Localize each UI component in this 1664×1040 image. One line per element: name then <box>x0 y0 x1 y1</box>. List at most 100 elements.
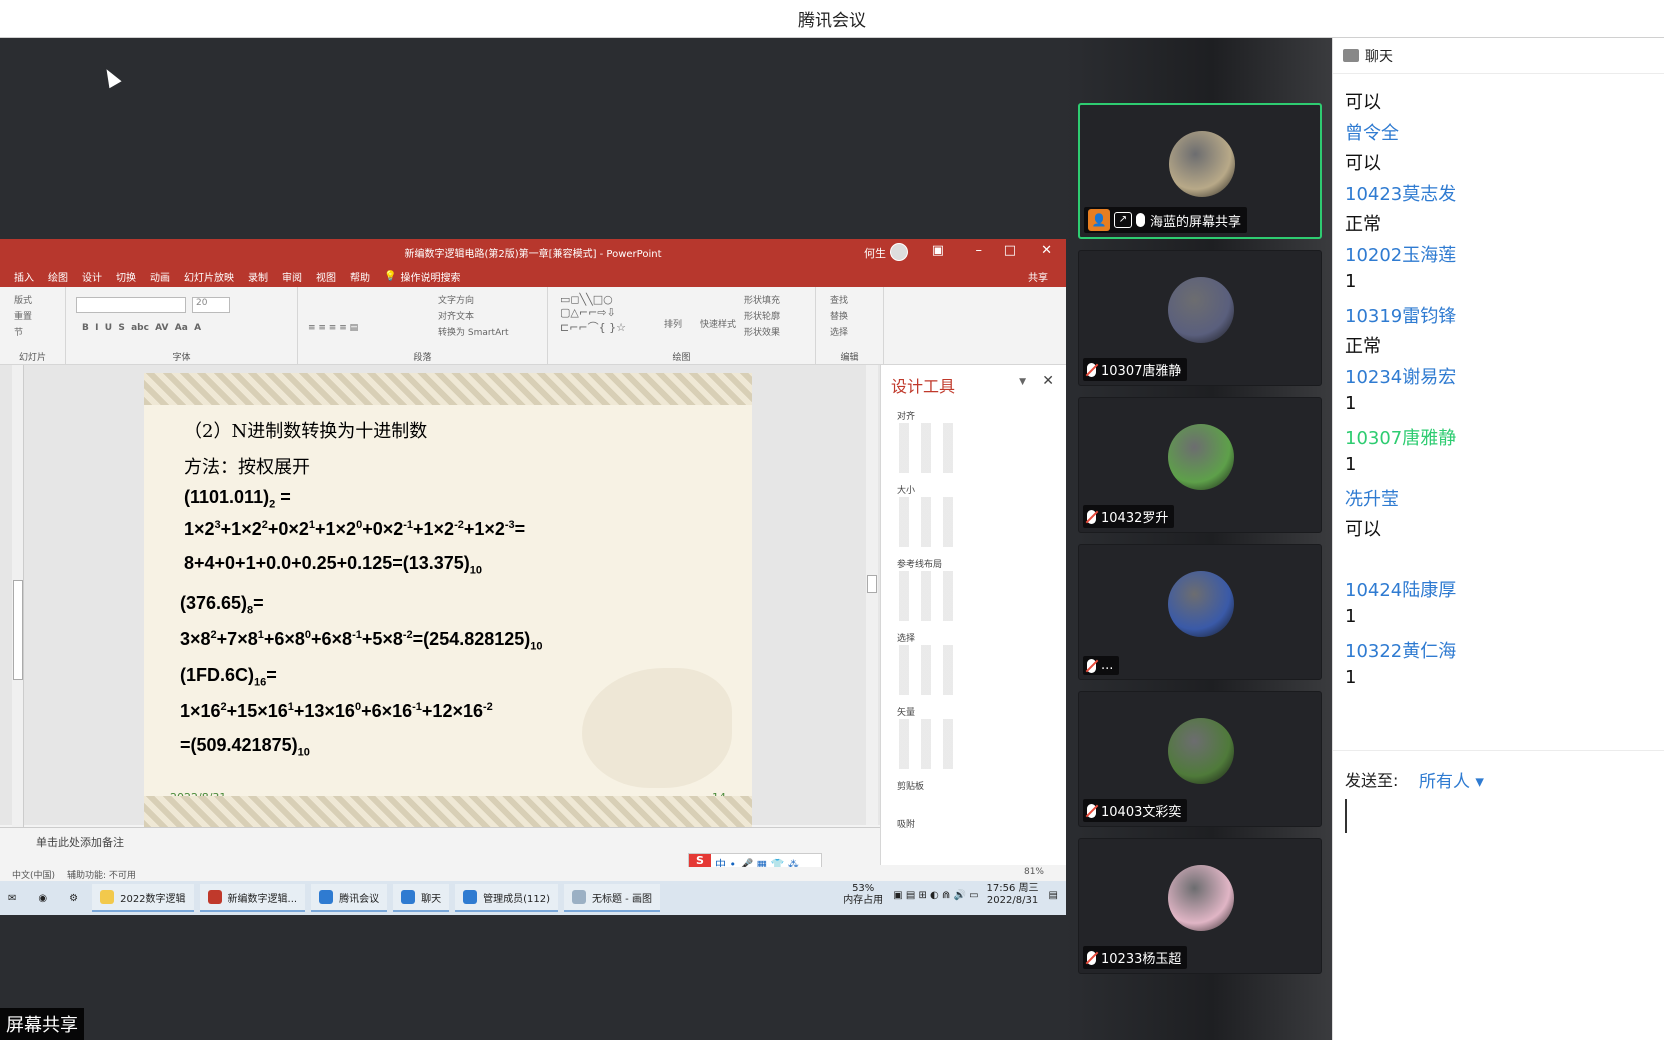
ribbon-display-icon[interactable]: ▣ <box>932 243 944 258</box>
shape-fill-button[interactable]: 形状填充 <box>744 293 780 306</box>
taskbar-item-paint[interactable]: 无标题 - 画图 <box>563 884 660 912</box>
tab-draw[interactable]: 绘图 <box>48 269 68 284</box>
section-guides: 参考线布局 <box>897 560 943 570</box>
paragraph-align-icons[interactable]: ≡ ≡ ≡ ≡ ▤ <box>308 323 358 333</box>
chat-composer: 发送至: 所有人 ▾ <box>1333 750 1664 1040</box>
avatar <box>1168 718 1234 784</box>
font-name-box[interactable] <box>76 297 186 313</box>
select-button[interactable]: 选择 <box>830 325 848 338</box>
participant-tile[interactable]: 10307唐雅静 <box>1078 250 1322 386</box>
participant-tile[interactable]: ... <box>1078 544 1322 680</box>
participant-name-tag: 👤 ↗ 海蓝的屏幕共享 <box>1084 207 1248 233</box>
tab-record[interactable]: 录制 <box>248 269 268 284</box>
participant-name-tag: 10432罗升 <box>1083 505 1175 528</box>
tab-transitions[interactable]: 切换 <box>116 269 136 284</box>
align-tools[interactable] <box>899 423 959 473</box>
chat-message-text: 正常 <box>1345 214 1381 235</box>
font-size-box[interactable]: 20 <box>192 297 230 313</box>
status-zoom[interactable]: 81% <box>1024 867 1044 877</box>
participant-tile[interactable]: 10403文彩奕 <box>1078 691 1322 827</box>
taskbar-clock[interactable]: 17:56 周三 2022/8/31 <box>987 883 1039 907</box>
left-scrollbar-thumb[interactable] <box>13 580 23 680</box>
reset-button[interactable]: 重置 <box>14 309 32 322</box>
equation-line-7: 1×162+15×161+13×160+6×16-1+12×16-2 <box>180 701 493 721</box>
participant-name-tag: 10233杨玉超 <box>1083 946 1188 969</box>
settings-gear-icon[interactable]: ⚙ <box>61 884 86 912</box>
notification-icon[interactable]: ▤ <box>1049 890 1058 901</box>
screen-share-stage: 新编数字逻辑电路(第2版)第一章[兼容模式] - PowerPoint 何生 ▣… <box>0 38 1066 1040</box>
size-tools[interactable] <box>899 497 959 547</box>
chat-message-text: 1 <box>1345 271 1357 292</box>
tab-review[interactable]: 审阅 <box>282 269 302 284</box>
quick-styles-button[interactable]: 快速样式 <box>700 317 736 330</box>
screen-share-label: 屏幕共享 <box>0 1008 84 1040</box>
chat-message-list[interactable]: 可以 曾令全 可以 10423莫志发 正常 10202玉海莲 1 10319雷钧锋 正常 1023… <box>1333 74 1664 750</box>
taskbar-item-chat[interactable]: 聊天 <box>393 884 450 912</box>
font-style-buttons[interactable]: B I U S abc AV Aa A <box>82 323 201 333</box>
memory-usage[interactable]: 53% 内存占用 <box>843 883 883 907</box>
slide-top-border <box>144 373 752 405</box>
maximize-icon[interactable]: □ <box>1004 243 1016 258</box>
section-align: 对齐 <box>897 412 916 422</box>
slide[interactable]: （2）N进制数转换为十进制数 方法：按权展开 (1101.011)2 = 1×2… <box>144 373 752 828</box>
close-icon[interactable]: ✕ <box>1041 243 1052 258</box>
tab-help[interactable]: 帮助 <box>350 269 370 284</box>
status-language: 中文(中国) <box>12 870 56 881</box>
pane-options-icon[interactable]: ▼ <box>1019 377 1026 387</box>
taskbar-label: 腾讯会议 <box>339 893 380 905</box>
left-scrollbar[interactable] <box>12 365 24 845</box>
guide-tools[interactable] <box>899 571 959 621</box>
arrange-button[interactable]: 排列 <box>664 317 682 330</box>
taskbar-item-meeting[interactable]: 腾讯会议 <box>311 884 388 912</box>
tab-animations[interactable]: 动画 <box>150 269 170 284</box>
section-button[interactable]: 节 <box>14 325 23 338</box>
tab-slideshow[interactable]: 幻灯片放映 <box>184 269 234 284</box>
edge-icon[interactable]: ◉ <box>30 884 55 912</box>
shapes-gallery[interactable]: ▭◻╲╲□○ ▢△⌐⌐⇨⇩ ⊏⌐⌐⌒{ }☆ <box>560 293 626 335</box>
tell-me-search[interactable]: 操作说明搜索 <box>400 269 460 284</box>
align-text-button[interactable]: 对齐文本 <box>438 309 474 322</box>
avatar <box>1168 424 1234 490</box>
vector-tools[interactable] <box>899 719 959 769</box>
folder-icon <box>100 890 115 904</box>
group-label-drawing: 绘图 <box>672 353 691 363</box>
taskbar-label: 新编数字逻辑... <box>227 893 298 905</box>
send-to-dropdown[interactable]: 所有人 ▾ <box>1419 767 1484 792</box>
ribbon-group-font: 20 B I U S abc AV Aa A 字体 <box>66 287 298 365</box>
replace-button[interactable]: 替换 <box>830 309 848 322</box>
mic-muted-icon <box>1087 509 1096 524</box>
taskbar-item-folder[interactable]: 2022数字逻辑 <box>92 884 194 912</box>
shape-effects-button[interactable]: 形状效果 <box>744 325 780 338</box>
participant-tile[interactable]: 👤 ↗ 海蓝的屏幕共享 <box>1078 103 1322 239</box>
layout-button[interactable]: 版式 <box>14 293 32 306</box>
notes-pane[interactable]: 单击此处添加备注 <box>0 827 880 853</box>
window-title: 腾讯会议 <box>798 11 866 31</box>
window-title-bar: 腾讯会议 <box>0 0 1664 38</box>
mail-icon[interactable]: ✉ <box>0 884 24 912</box>
tab-insert[interactable]: 插入 <box>14 269 34 284</box>
participant-tile[interactable]: 10432罗升 <box>1078 397 1322 533</box>
tab-design[interactable]: 设计 <box>82 269 102 284</box>
slide-scrollbar[interactable] <box>866 365 878 825</box>
slide-scrollbar-thumb[interactable] <box>867 575 877 593</box>
share-button[interactable]: 共享 <box>1028 269 1048 284</box>
smartart-button[interactable]: 转换为 SmartArt <box>438 325 508 338</box>
memory-percent: 53% <box>852 883 875 894</box>
participant-name-tag: 10307唐雅静 <box>1083 358 1188 381</box>
status-accessibility[interactable]: 辅助功能: 不可用 <box>67 868 136 881</box>
taskbar-item-powerpoint[interactable]: 新编数字逻辑... <box>199 884 306 912</box>
minimize-icon[interactable]: – <box>976 243 983 258</box>
pane-close-icon[interactable]: ✕ <box>1042 373 1054 389</box>
tray-icons[interactable]: ▣ ▤ ⊞ ◐ ⋒ 🔊 ▭ <box>893 890 978 901</box>
text-direction-button[interactable]: 文字方向 <box>438 293 474 306</box>
slide-heading: （2）N进制数转换为十进制数 <box>184 421 428 442</box>
paint-icon <box>571 890 586 904</box>
mouse-cursor-icon <box>100 65 122 89</box>
chat-input-caret[interactable] <box>1345 799 1347 833</box>
tab-view[interactable]: 视图 <box>316 269 336 284</box>
participant-tile[interactable]: 10233杨玉超 <box>1078 838 1322 974</box>
find-button[interactable]: 查找 <box>830 293 848 306</box>
taskbar-item-members[interactable]: 管理成员(112) <box>455 884 558 912</box>
shape-outline-button[interactable]: 形状轮廓 <box>744 309 780 322</box>
select-tools[interactable] <box>899 645 959 695</box>
